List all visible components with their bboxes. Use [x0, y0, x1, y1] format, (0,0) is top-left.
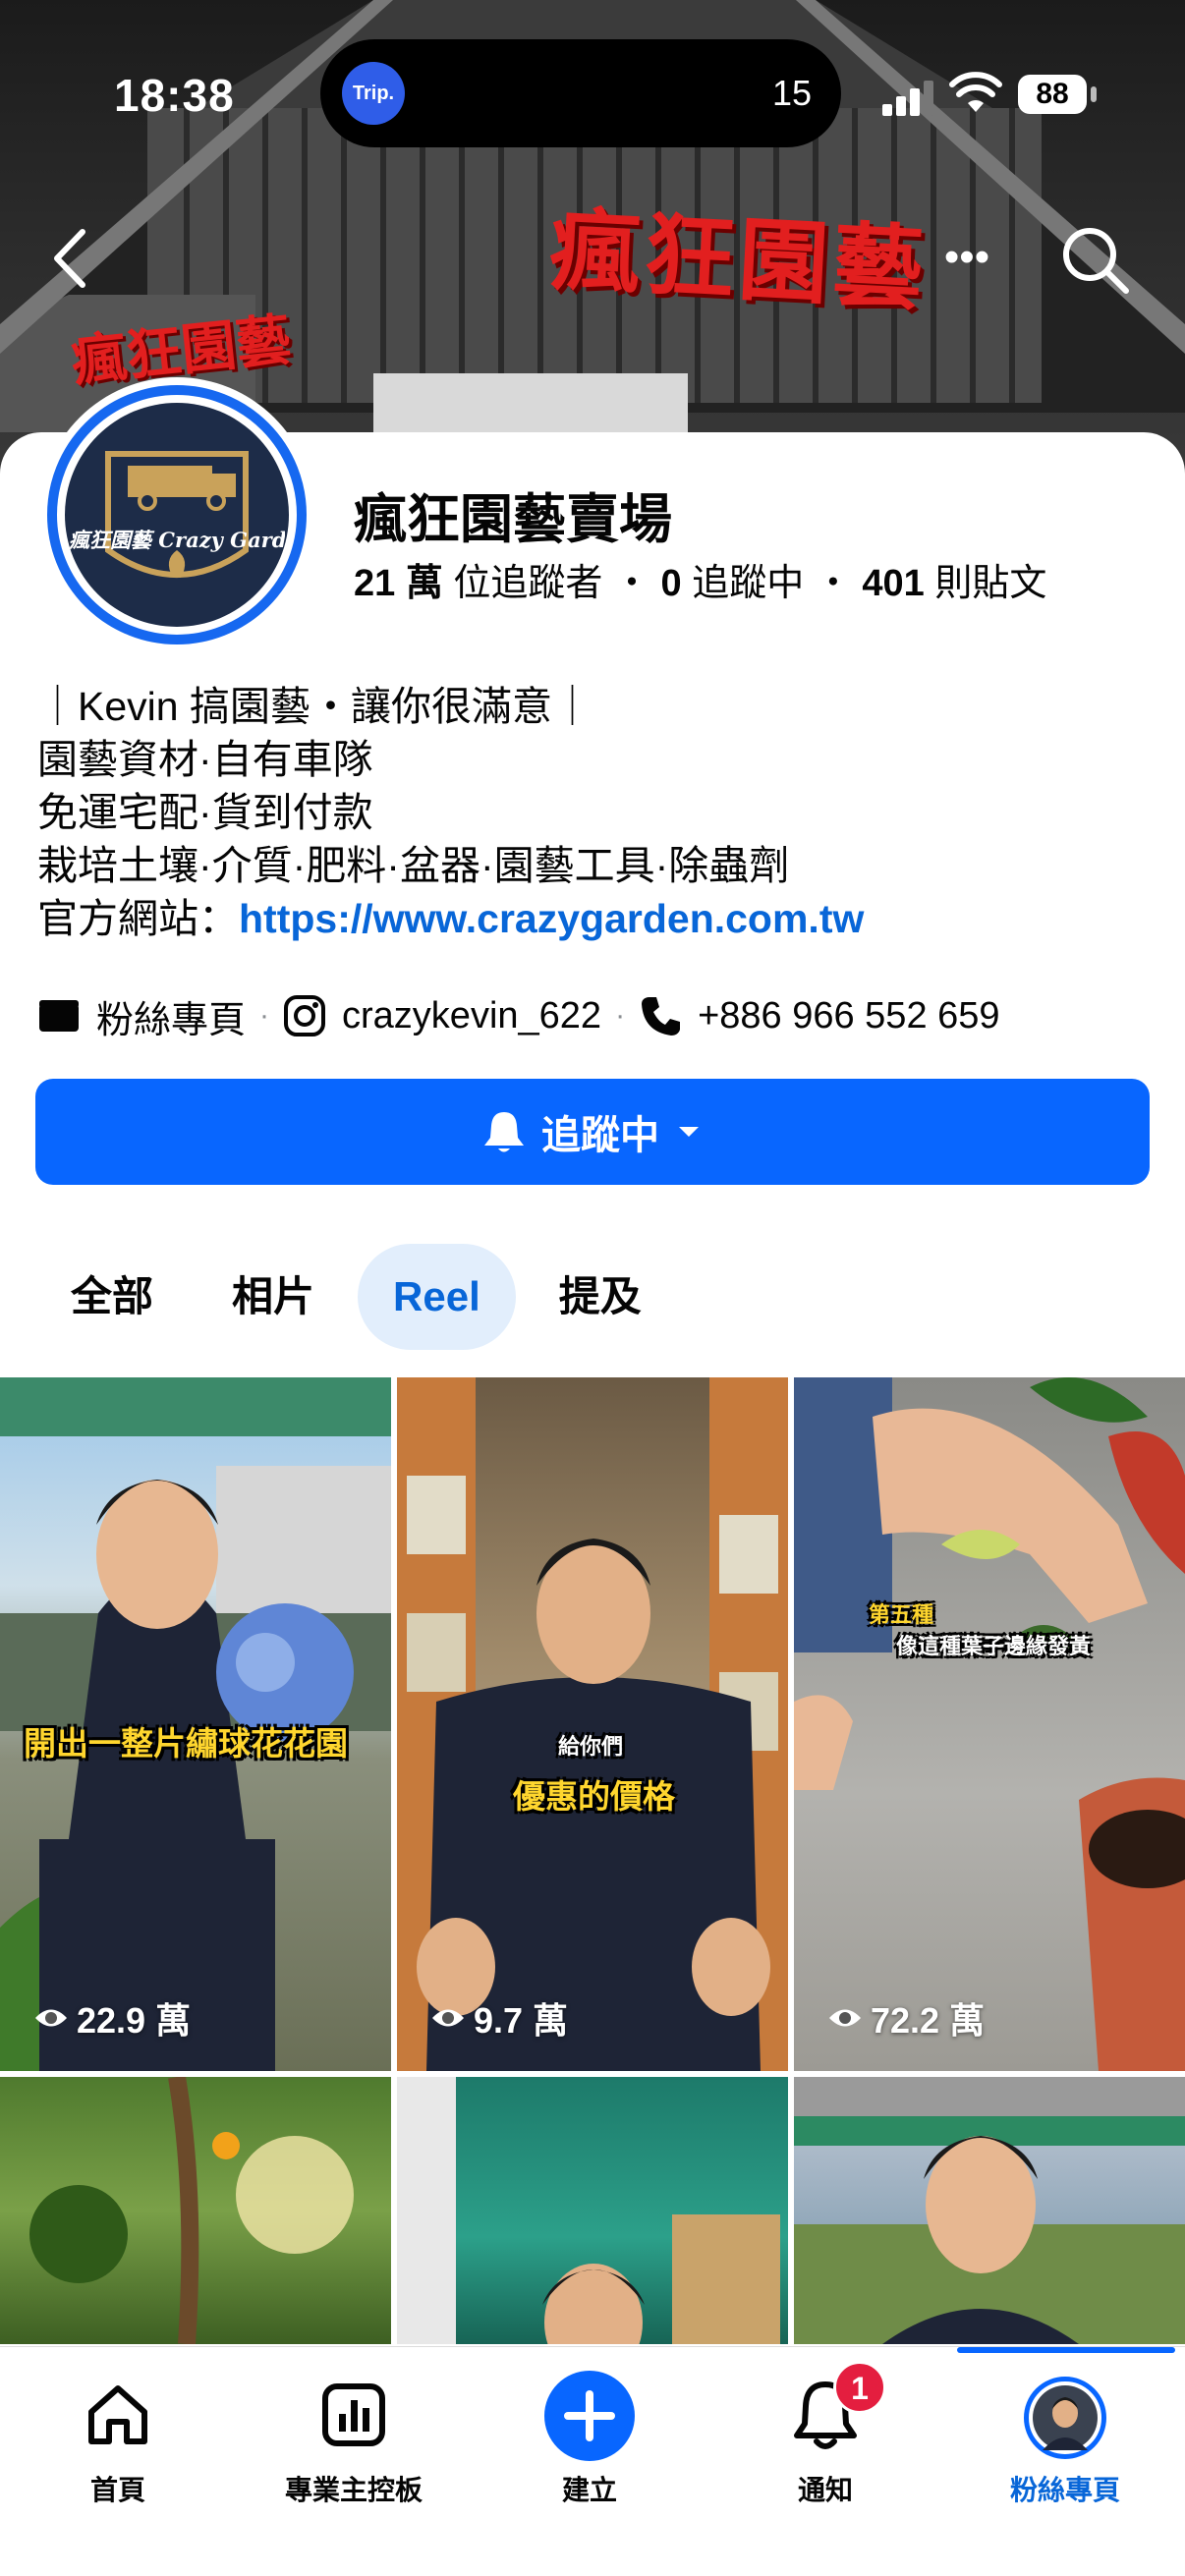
posts-count: 401 — [862, 563, 925, 604]
nav-create-label: 建立 — [561, 2475, 617, 2505]
battery-indicator: 88 — [1018, 75, 1087, 114]
nav-page-label: 粉絲專頁 — [1009, 2475, 1120, 2505]
more-options-icon[interactable]: ••• — [928, 228, 1006, 287]
reel-thumbnail[interactable] — [794, 2077, 1185, 2344]
bio-line: 栽培土壤·介質·肥料·盆器·園藝工具·除蟲劑 — [37, 843, 790, 888]
reel-view-count: 9.7 萬 — [430, 1992, 568, 2044]
trip-app-icon: Trip. — [342, 62, 405, 125]
page-title: 瘋狂園藝賣場 — [354, 490, 672, 549]
home-icon — [88, 2385, 147, 2444]
reel-6-image — [794, 2077, 1185, 2344]
nav-notifications[interactable]: 1 通知 — [707, 2347, 943, 2576]
reel-views-text: 22.9 萬 — [77, 2000, 192, 2041]
page-bio: ｜Kevin 搞園藝・讓你很滿意｜ 園藝資材·自有車隊 免運宅配·貨到付款 栽培… — [37, 680, 864, 945]
brand-logo-text: 瘋狂園藝 Crazy Garde — [69, 528, 285, 552]
signal-icon — [882, 81, 933, 116]
following-label[interactable]: 追蹤中 — [692, 563, 804, 604]
contact-separator: · — [615, 999, 626, 1032]
reel-4-image — [29, 2077, 354, 2344]
bottom-navigation: 首頁 專業主控板 建立 1 通知 粉絲專頁 — [0, 2346, 1185, 2576]
page-type-item: 粉絲專頁 — [37, 989, 246, 1043]
dynamic-island[interactable]: Trip. 15 — [320, 39, 841, 147]
truck-logo-icon — [105, 451, 249, 578]
nav-home-label: 首頁 — [89, 2475, 145, 2505]
tab-photos[interactable]: 相片 — [197, 1244, 350, 1350]
reel-thumbnail[interactable] — [0, 2077, 391, 2344]
profile-avatar[interactable]: 瘋狂園藝 Crazy Garde — [39, 377, 314, 652]
notification-badge: 1 — [833, 2361, 886, 2414]
reel-caption: 開出一整片繡球花花園 — [24, 1725, 348, 1762]
website-link[interactable]: https://www.crazygarden.com.tw — [239, 896, 864, 941]
reel-caption: 像這種葉子邊緣發黃 — [896, 1634, 1092, 1658]
nav-create[interactable]: 建立 — [472, 2347, 707, 2576]
cover-sign-main: 瘋狂園藝 — [547, 196, 931, 322]
page-stats: 21 萬 位追蹤者 ・ 0 追蹤中 ・ 401 則貼文 — [354, 552, 1046, 606]
plus-icon — [544, 2371, 635, 2461]
reel-thumbnail[interactable] — [397, 2077, 788, 2344]
reel-views-text: 9.7 萬 — [474, 2000, 569, 2041]
nav-notifications-label: 通知 — [797, 2475, 853, 2505]
reel-views-text: 72.2 萬 — [871, 2000, 986, 2041]
followers-label[interactable]: 位追蹤者 — [453, 563, 602, 604]
search-icon[interactable] — [1057, 222, 1132, 297]
page-type-label: 粉絲專頁 — [96, 999, 247, 1041]
reel-thumbnail[interactable]: 開出一整片繡球花花園 22.9 萬 — [0, 1377, 391, 2071]
website-label: 官方網站： — [37, 896, 239, 941]
bio-line: 園藝資材·自有車隊 — [37, 737, 373, 782]
avatar-story-ring: 瘋狂園藝 Crazy Garde — [47, 385, 307, 644]
instagram-icon — [284, 995, 326, 1036]
stats-separator: ・ — [814, 563, 852, 604]
phone-number: +886 966 552 659 — [698, 994, 1000, 1036]
user-photo — [1033, 2385, 1098, 2450]
followers-count[interactable]: 21 萬 — [354, 563, 443, 604]
battery-tip — [1091, 86, 1097, 102]
reel-3-image — [794, 1377, 1185, 2071]
status-time: 18:38 — [114, 70, 235, 121]
reel-view-count: 72.2 萬 — [827, 1992, 985, 2044]
eye-icon — [432, 2009, 464, 2027]
bio-website-row: 官方網站：https://www.crazygarden.com.tw — [37, 892, 864, 945]
reel-5-image — [397, 2077, 780, 2344]
tab-mentions[interactable]: 提及 — [524, 1244, 677, 1350]
tab-all[interactable]: 全部 — [35, 1244, 189, 1350]
clapperboard-icon — [39, 1000, 79, 1032]
reel-thumbnail[interactable]: 第五種 像這種葉子邊緣發黃 72.2 萬 — [794, 1377, 1185, 2071]
contact-row: 粉絲專頁 · crazykevin_622 · +886 966 552 659 — [37, 986, 1000, 1045]
phone-icon — [642, 997, 681, 1036]
status-bar: 18:38 Trip. 15 88 — [0, 0, 1185, 187]
chevron-down-icon — [679, 1127, 699, 1137]
contact-separator: · — [259, 999, 270, 1032]
posts-label: 則貼文 — [934, 563, 1047, 604]
bio-line: 免運宅配·貨到付款 — [37, 790, 373, 835]
following-button-label: 追蹤中 — [541, 1114, 659, 1157]
following-count[interactable]: 0 — [661, 563, 682, 604]
eye-icon — [35, 2009, 67, 2027]
eye-icon — [829, 2009, 861, 2027]
tab-reels[interactable]: Reel — [358, 1244, 516, 1350]
reel-caption-small: 給你們 — [558, 1734, 624, 1759]
instagram-handle: crazykevin_622 — [342, 994, 602, 1036]
reel-caption: 優惠的價格 — [513, 1778, 675, 1815]
nav-dashboard[interactable]: 專業主控板 — [236, 2347, 472, 2576]
reel-caption-small: 第五種 — [869, 1602, 934, 1627]
reel-view-count: 22.9 萬 — [33, 1992, 191, 2044]
instagram-link[interactable]: crazykevin_622 — [283, 994, 601, 1037]
wifi-icon — [949, 72, 1002, 112]
brand-logo: 瘋狂園藝 Crazy Garde — [65, 403, 289, 627]
reel-2-image — [397, 1377, 788, 2071]
nav-page[interactable]: 粉絲專頁 — [947, 2347, 1183, 2576]
nav-dashboard-label: 專業主控板 — [284, 2475, 423, 2505]
bio-line: ｜Kevin 搞園藝・讓你很滿意｜ — [37, 684, 592, 729]
nav-home[interactable]: 首頁 — [0, 2347, 236, 2576]
phone-link[interactable]: +886 966 552 659 — [639, 994, 1000, 1037]
dashboard-icon — [322, 2383, 385, 2446]
back-arrow-icon[interactable] — [43, 224, 102, 293]
bell-icon — [484, 1112, 524, 1152]
island-count: 15 — [771, 73, 812, 113]
stats-separator: ・ — [612, 563, 650, 604]
content-tabs: 全部 相片 Reel 提及 — [35, 1244, 685, 1350]
avatar — [1024, 2377, 1106, 2459]
following-button[interactable]: 追蹤中 — [35, 1079, 1150, 1185]
reel-thumbnail[interactable]: 給你們 優惠的價格 9.7 萬 — [397, 1377, 788, 2071]
